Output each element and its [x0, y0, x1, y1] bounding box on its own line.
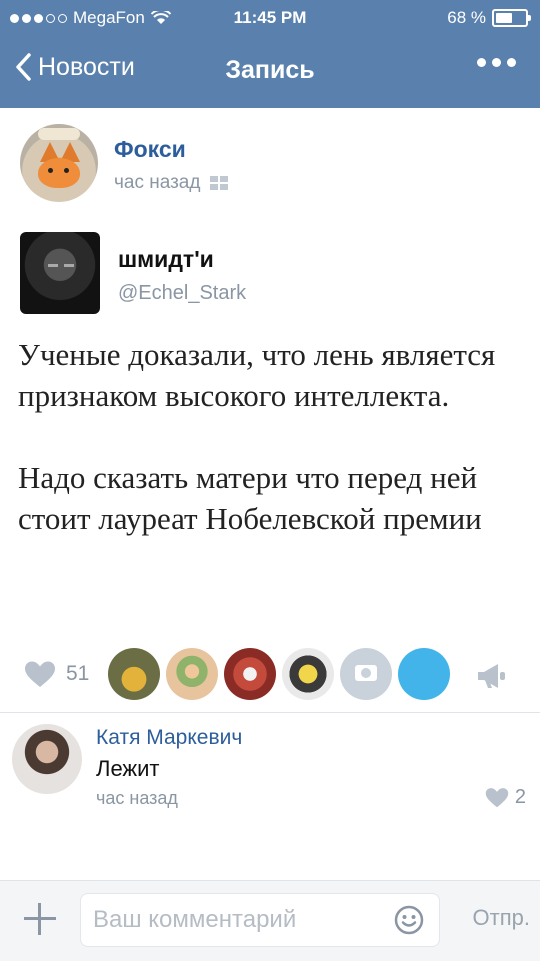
author-avatar[interactable] — [20, 124, 98, 202]
more-dot-icon — [492, 58, 501, 67]
comment-like-count: 2 — [514, 786, 526, 808]
nav-bar: Новости Запись — [0, 40, 540, 104]
battery-label: 68 % — [447, 8, 486, 27]
liker-avatar[interactable] — [398, 648, 450, 700]
post-actions: 51 — [0, 644, 540, 704]
liker-avatar[interactable] — [166, 648, 218, 700]
tweet-avatar — [20, 232, 100, 314]
megaphone-icon — [478, 664, 505, 688]
comment-like-button[interactable]: 2 — [485, 786, 526, 809]
more-dot-icon — [477, 58, 486, 67]
liker-avatar[interactable] — [108, 648, 160, 700]
tweet-author-name: шмидт'и — [118, 246, 214, 272]
author-name[interactable]: Фокси — [114, 136, 186, 163]
top-bar: MegaFon 11:45 PM 68 % Новости Запись — [0, 0, 540, 108]
platform-icon — [210, 176, 229, 190]
share-button[interactable] — [476, 662, 508, 695]
comment-text: Лежит — [96, 756, 160, 781]
page-title: Запись — [225, 56, 315, 84]
comment-input[interactable] — [80, 893, 440, 947]
send-button[interactable]: Отпр. — [473, 905, 530, 931]
tweet-handle: @Echel_Stark — [118, 282, 247, 304]
post-time-label: час назад — [114, 172, 201, 193]
comment-input-bar: Отпр. — [0, 880, 540, 961]
tweet-text: Ученые доказали, что лень является призн… — [18, 334, 518, 580]
post-time: час назад — [114, 172, 229, 194]
more-dot-icon — [507, 58, 516, 67]
likers-list[interactable] — [108, 648, 450, 700]
divider — [0, 712, 540, 713]
liker-avatar[interactable] — [282, 648, 334, 700]
battery-icon — [492, 9, 531, 27]
heart-icon — [25, 661, 55, 687]
liker-avatar[interactable] — [224, 648, 276, 700]
status-bar: MegaFon 11:45 PM 68 % — [0, 0, 540, 36]
more-button[interactable] — [477, 58, 516, 67]
comment-avatar[interactable] — [12, 724, 82, 794]
comment-author[interactable]: Катя Маркевич — [96, 726, 242, 750]
heart-icon — [485, 788, 509, 808]
status-right: 68 % — [447, 8, 531, 28]
tweet-paragraph: Ученые доказали, что лень является призн… — [18, 337, 496, 413]
attach-plus-icon[interactable] — [22, 901, 58, 937]
like-button[interactable]: 51 — [24, 660, 89, 688]
tweet-paragraph: Надо сказать матери что перед ней стоит … — [18, 460, 482, 536]
liker-avatar-placeholder[interactable] — [340, 648, 392, 700]
like-count: 51 — [66, 662, 90, 685]
comment-time: час назад — [96, 788, 178, 808]
emoji-icon[interactable] — [394, 905, 424, 935]
camera-icon — [355, 665, 377, 681]
battery-fill — [496, 13, 512, 23]
